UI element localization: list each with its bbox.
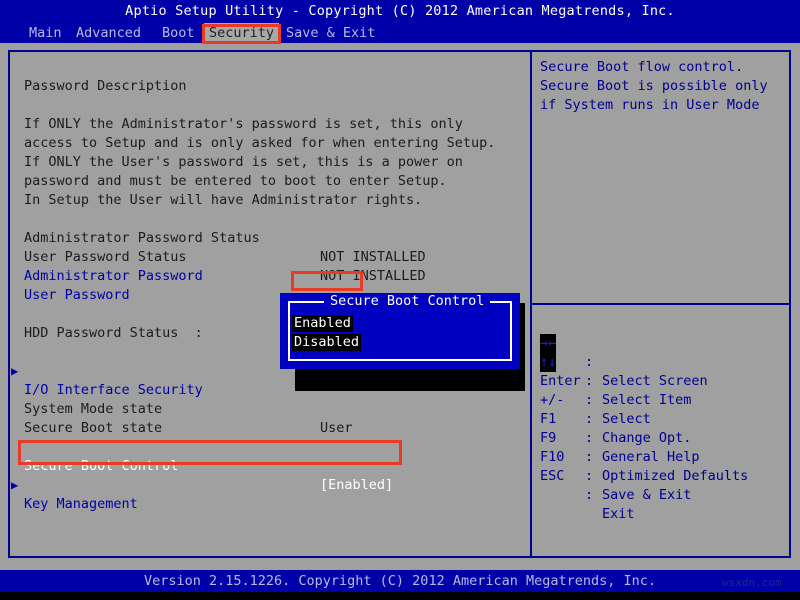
nav-label: Change Opt. [602,430,692,446]
nav-exit: ESC : Exit [540,448,635,522]
row-label: Secure Boot state [24,420,163,436]
row-label: HDD Password Status : [24,325,203,341]
row-user-password-status: User Password Status NOT INSTALLED [10,229,528,284]
watermark: wsxdn.com [722,576,782,589]
row-secure-boot-state: Secure Boot state Disabled [10,400,528,455]
tab-advanced[interactable]: Advanced [71,23,146,43]
nav-optimized-defaults: F9 : Optimized Defaults [540,410,748,484]
submenu-arrow-icon: ▶ [11,478,19,492]
nav-key-label: ESC [540,468,565,484]
section-title-label: Password Description [24,78,187,94]
description-line: In Setup the User will have Administrato… [10,172,528,208]
row-label: User Password [24,287,130,303]
description-line: If ONLY the Administrator's password is … [10,96,528,132]
description-line: access to Setup and is only asked for wh… [10,115,528,151]
secure-boot-control-dialog: Secure Boot Control Enabled Disabled [280,293,520,369]
content-area: Password Description If ONLY the Adminis… [0,43,800,570]
nav-select-screen: →← : Select Screen [540,315,708,389]
dialog-option-disabled[interactable]: Disabled [292,334,362,351]
nav-enter-select: Enter : Select [540,353,651,427]
nav-label: Optimized Defaults [602,468,749,484]
nav-label: Select Screen [602,373,708,389]
row-label: Key Management [24,496,138,512]
dialog-option-enabled[interactable]: Enabled [292,315,353,332]
dialog-title: Secure Boot Control [324,293,491,309]
nav-label: Exit [602,506,635,522]
window-title: Aptio Setup Utility - Copyright (C) 2012… [125,3,675,19]
nav-save-exit: F10 : Save & Exit [540,429,691,503]
row-value: [Enabled] [320,477,394,493]
row-value: User [320,420,353,436]
row-secure-boot-control[interactable]: Secure Boot Control [Enabled] [10,438,528,493]
tab-boot[interactable]: Boot [157,23,200,43]
section-title: Password Description [10,58,528,94]
footer-version: Version 2.15.1226. Copyright (C) 2012 Am… [0,570,800,592]
description-line: If ONLY the User's password is set, this… [10,134,528,170]
nav-label: Select [602,411,651,427]
footer-strip [0,592,800,600]
tab-security[interactable]: Security [204,23,280,43]
help-text: if System runs in User Mode [540,97,760,113]
row-administrator-password[interactable]: Administrator Password [10,248,528,284]
row-key-management[interactable]: ▶ Key Management [10,457,528,512]
description-text: In Setup the User will have Administrato… [24,192,423,208]
nav-label: Select Item [602,392,692,408]
nav-general-help: F1 : General Help [540,391,700,465]
tab-save-exit[interactable]: Save & Exit [281,23,380,43]
tab-main[interactable]: Main [24,23,67,43]
menu-bar: Main Advanced Boot Security Save & Exit [0,23,800,43]
row-user-password[interactable]: User Password [10,267,528,303]
nav-change-opt: +/- : Change Opt. [540,372,691,446]
nav-label: Save & Exit [602,487,692,503]
description-line: password and must be entered to boot to … [10,153,528,189]
submenu-arrow-icon: ▶ [11,364,19,378]
nav-select-item: ↑↓ : Select Item [540,334,691,408]
help-text: Secure Boot flow control. [540,59,744,75]
nav-separator: : [585,487,594,503]
row-administrator-password-status: Administrator Password Status NOT INSTAL… [10,210,528,265]
help-text: Secure Boot is possible only [540,78,768,94]
help-pane: Secure Boot flow control. Secure Boot is… [534,52,790,556]
nav-label: General Help [602,449,700,465]
bios-setup-screen: Aptio Setup Utility - Copyright (C) 2012… [0,0,800,600]
